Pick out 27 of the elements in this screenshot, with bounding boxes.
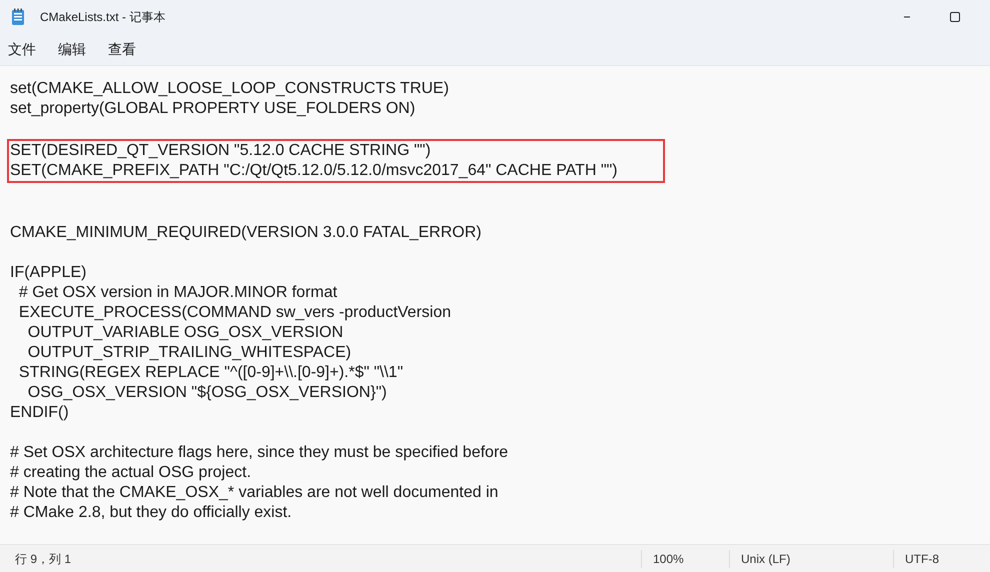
menu-item[interactable]: 文件 <box>4 37 40 62</box>
cursor-position: 行 9，列 1 <box>14 550 72 568</box>
code-line: set_property(GLOBAL PROPERTY USE_FOLDERS ON) <box>10 99 416 119</box>
code-line: # creating the actual OSG project. <box>10 463 252 483</box>
code-line: # CMake 2.8, but they do officially exist. <box>10 503 292 523</box>
menu-item[interactable]: 编辑 <box>54 37 90 62</box>
notepad-icon <box>11 8 25 26</box>
line-ending: Unix (LF) <box>729 550 893 568</box>
code-line: set(CMAKE_ALLOW_LOOSE_LOOP_CONSTRUCTS TRUE) <box>10 79 449 99</box>
code-line: SET(DESIRED_QT_VERSION "5.12.0 CACHE STRING "") <box>10 141 431 161</box>
window-title: CMakeLists.txt - 记事本 <box>40 9 166 26</box>
code-line: # Note that the CMAKE_OSX_* variables are not well documented in <box>10 483 498 503</box>
code-line: SET(CMAKE_PREFIX_PATH "C:/Qt/Qt5.12.0/5.12.0/msvc2017_64" CACHE PATH "") <box>10 161 618 181</box>
code-line: ENDIF() <box>10 403 69 423</box>
menu-item[interactable]: 查看 <box>104 37 140 62</box>
zoom-level: 100% <box>641 550 729 568</box>
code-line: # Get OSX version in MAJOR.MINOR format <box>18 283 338 303</box>
code-line: # Set OSX architecture flags here, since they must be specified before <box>10 443 508 463</box>
code-line: STRING(REGEX REPLACE "^([0-9]+\\.[0-9]+).*$" "\\1" <box>18 363 404 383</box>
code-line: EXECUTE_PROCESS(COMMAND sw_vers -productVersion <box>18 303 451 323</box>
code-line: OUTPUT_VARIABLE OSG_OSX_VERSION <box>26 323 344 343</box>
code-line: IF(APPLE) <box>10 263 86 283</box>
maximize-icon <box>950 12 960 22</box>
code-line: OUTPUT_STRIP_TRAILING_WHITESPACE) <box>26 343 352 363</box>
encoding: UTF-8 <box>893 550 939 568</box>
code-line: CMAKE_MINIMUM_REQUIRED(VERSION 3.0.0 FATAL_ERROR) <box>10 223 482 243</box>
code-line: OSG_OSX_VERSION "${OSG_OSX_VERSION}") <box>26 383 387 403</box>
